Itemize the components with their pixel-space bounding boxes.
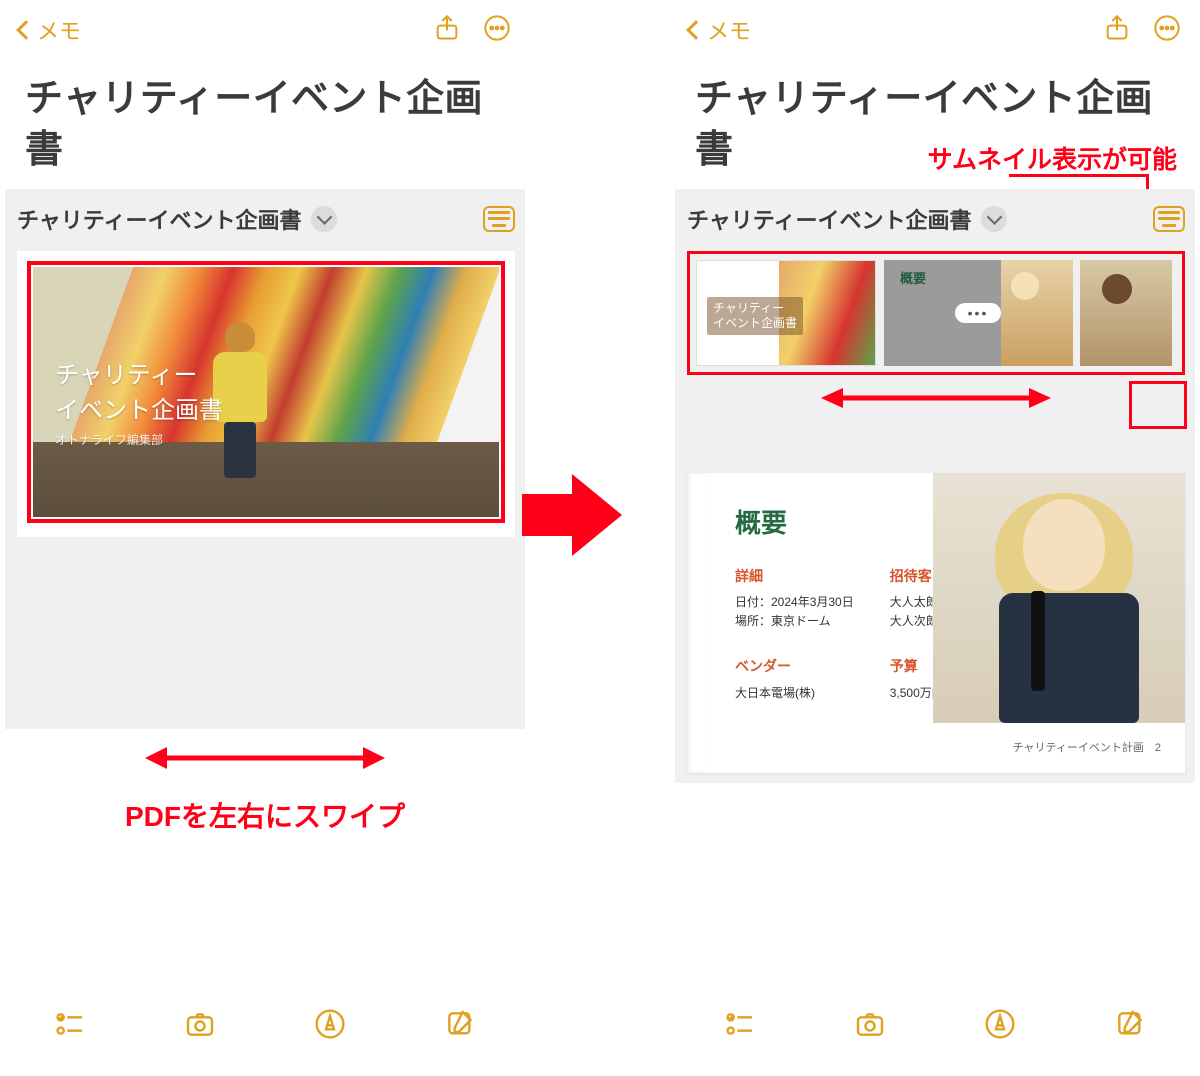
camera-icon[interactable]	[854, 1008, 886, 1045]
thumbnail-button-highlight	[1129, 381, 1187, 429]
share-icon[interactable]	[433, 14, 461, 47]
note-title: チャリティーイベント企画書	[5, 60, 525, 189]
share-icon[interactable]	[1103, 14, 1131, 47]
checklist-icon[interactable]	[54, 1008, 86, 1045]
chevron-left-icon	[686, 20, 706, 40]
nav-back[interactable]: メモ	[689, 14, 751, 46]
pdf-viewer-frame: チャリティー イベント企画書 オトナライフ編集部	[17, 251, 515, 537]
thumbnail-toggle-button[interactable]	[1153, 206, 1185, 232]
transition-arrow-icon	[522, 470, 622, 560]
thumbnail-actions-icon[interactable]: •••	[955, 303, 1001, 323]
attachment-title: チャリティーイベント企画書	[687, 203, 971, 235]
attachment-header[interactable]: チャリティーイベント企画書	[17, 203, 515, 235]
thumbnail-2[interactable]: 概要 •••	[884, 260, 1072, 366]
camera-icon[interactable]	[184, 1008, 216, 1045]
compose-icon[interactable]	[444, 1008, 476, 1045]
attachment-header[interactable]: チャリティーイベント企画書	[687, 203, 1185, 235]
pdf-slide-highlighted[interactable]: チャリティー イベント企画書 オトナライフ編集部	[27, 261, 505, 523]
chevron-down-icon[interactable]	[981, 206, 1007, 232]
bottom-toolbar	[5, 998, 525, 1054]
pdf-page-2[interactable]: 概要 詳細 日付：2024年3月30日 場所：東京ドーム ベンダー 大日本電場(…	[687, 473, 1185, 773]
swipe-annotation: PDFを左右にスワイプ	[5, 795, 525, 835]
annotation-line	[1009, 174, 1149, 177]
attachment-title: チャリティーイベント企画書	[17, 203, 301, 235]
nav-back-label: メモ	[707, 14, 751, 46]
note-body: チャリティーイベント企画書 チャリティー イベント企画書 概要 •••	[675, 189, 1195, 783]
swipe-arrow-icon	[821, 383, 1051, 413]
swipe-arrow-icon	[145, 741, 385, 775]
thumbnail-1[interactable]: チャリティー イベント企画書	[696, 260, 876, 366]
more-icon[interactable]	[1153, 14, 1181, 47]
bottom-toolbar	[675, 998, 1195, 1054]
markup-icon[interactable]	[984, 1008, 1016, 1045]
nav-back[interactable]: メモ	[19, 14, 81, 46]
navbar: メモ	[5, 0, 525, 60]
thumbnail-annotation: サムネイル表示が可能	[927, 140, 1177, 176]
note-body: チャリティーイベント企画書 チャリティー イベント企画書 オトナライフ編集部	[5, 189, 525, 729]
thumbnail-strip-highlighted[interactable]: チャリティー イベント企画書 概要 •••	[687, 251, 1185, 375]
thumbnail-3[interactable]	[1080, 260, 1172, 366]
chevron-left-icon	[16, 20, 36, 40]
navbar: メモ	[675, 0, 1195, 60]
screen-left: メモ チャリティーイベント企画書 チャリティーイベント企画書	[5, 0, 525, 1076]
nav-back-label: メモ	[37, 14, 81, 46]
doc-photo	[933, 473, 1185, 723]
doc-footer: チャリティーイベント計画 2	[705, 739, 1161, 755]
checklist-icon[interactable]	[724, 1008, 756, 1045]
thumbnail-toggle-button[interactable]	[483, 206, 515, 232]
more-icon[interactable]	[483, 14, 511, 47]
markup-icon[interactable]	[314, 1008, 346, 1045]
compose-icon[interactable]	[1114, 1008, 1146, 1045]
chevron-down-icon[interactable]	[311, 206, 337, 232]
slide-text: チャリティー イベント企画書 オトナライフ編集部	[55, 355, 223, 448]
screen-right: メモ チャリティーイベント企画書 サムネイル表示が可能 チャリティーイベント企画…	[675, 0, 1195, 1076]
